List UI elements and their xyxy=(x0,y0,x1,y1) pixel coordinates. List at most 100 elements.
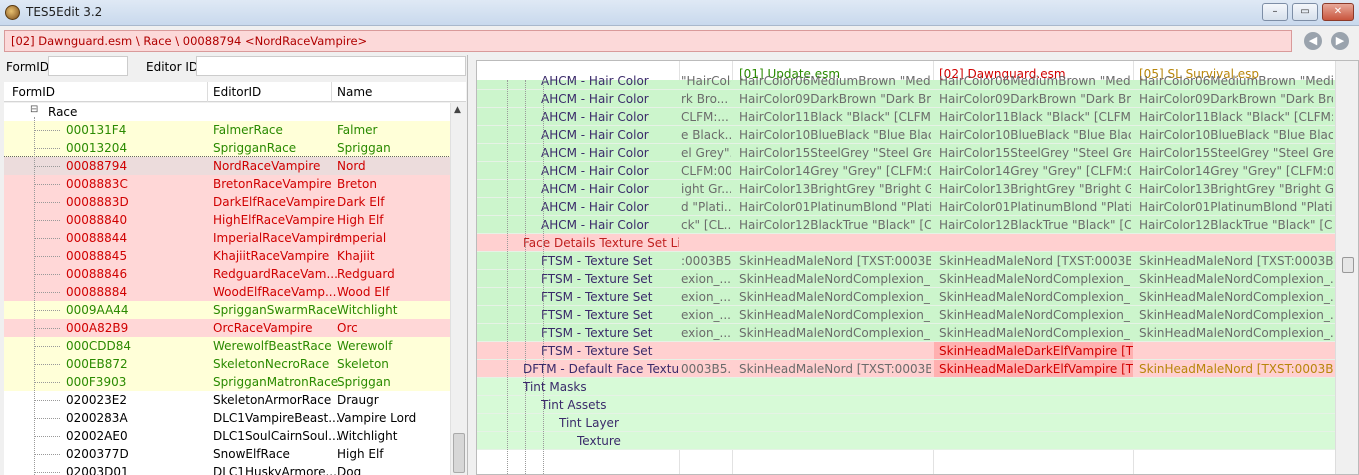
close-button[interactable]: ✕ xyxy=(1322,3,1354,21)
cell-editorid: DLC1VampireBeast... xyxy=(213,411,340,425)
record-row[interactable]: AHCM - Hair Color ight Gr... HairColor13Br… xyxy=(477,180,1335,198)
list-item[interactable]: 02003D01 DLC1HuskyArmore... Dog xyxy=(4,463,450,475)
record-row[interactable]: Tint Layer xyxy=(477,414,1335,432)
formid-filter-input[interactable] xyxy=(48,56,128,76)
record-row[interactable]: AHCM - Hair Color d "Plati... HairColor01P… xyxy=(477,198,1335,216)
field-name: FTSM - Texture Set xyxy=(541,254,653,268)
cell-name: Falmer xyxy=(337,123,378,137)
column-name[interactable]: Name xyxy=(337,85,372,99)
list-item[interactable]: 0009AA44 SprigganSwarmRace Witchlight xyxy=(4,301,450,319)
editorid-filter-input[interactable] xyxy=(196,56,466,76)
record-row[interactable]: FTSM - Texture Set:0003B5... SkinHeadMale… xyxy=(477,252,1335,270)
field-name: FTSM - Texture Set xyxy=(541,290,653,304)
cell-editorid: WerewolfBeastRace xyxy=(213,339,332,353)
record-row[interactable]: Tint Masks xyxy=(477,378,1335,396)
record-row[interactable]: AHCM - Hair Color ck" [CL... HairColor12Bl… xyxy=(477,216,1335,234)
cell-formid: 0008883D xyxy=(66,195,129,209)
field-name: DFTM - Default Face Textu... xyxy=(523,362,679,376)
record-row[interactable]: FTSM - Texture Set exion_... SkinHeadMaleN… xyxy=(477,324,1335,342)
cell-formid: 00088844 xyxy=(66,231,128,245)
list-item[interactable]: 000F3903 SprigganMatronRace Spriggan xyxy=(4,373,450,391)
cell-editorid: NordRaceVampire xyxy=(213,159,321,173)
list-item[interactable]: 00088846 RedguardRaceVam... Redguard xyxy=(4,265,450,283)
list-item[interactable]: 020023E2 SkeletonArmorRace Draugr xyxy=(4,391,450,409)
list-item[interactable]: 000CDD84 WerewolfBeastRace Werewolf xyxy=(4,337,450,355)
cell-formid: 0009AA44 xyxy=(66,303,129,317)
list-item[interactable]: 000A82B9 OrcRaceVampire Orc xyxy=(4,319,450,337)
column-formid[interactable]: FormID xyxy=(12,85,55,99)
field-value: exion_... xyxy=(681,290,731,304)
list-item[interactable]: 02002AE0 DLC1SoulCairnSoul... Witchlight xyxy=(4,427,450,445)
field-value: HairColor15SteelGrey "Steel Grey"... xyxy=(739,146,931,160)
field-value: exion_... xyxy=(681,326,731,340)
list-item[interactable]: 000131F4 FalmerRace Falmer xyxy=(4,121,450,139)
field-name: AHCM - Hair Color xyxy=(541,218,649,232)
list-item[interactable]: 00088845 KhajiitRaceVampire Khajiit xyxy=(4,247,450,265)
record-row[interactable]: AHCM - Hair Color rk Bro... HairColor09Dar… xyxy=(477,90,1335,108)
collapse-icon[interactable]: ⊟ xyxy=(30,104,38,115)
scroll-thumb[interactable] xyxy=(1342,257,1354,273)
field-value: HairColor06MediumBrown "Medi... xyxy=(939,74,1131,88)
maximize-button[interactable]: ▭ xyxy=(1292,3,1318,21)
cell-name: Werewolf xyxy=(337,339,393,353)
cell-formid: 00088840 xyxy=(66,213,128,227)
record-list-scrollbar[interactable]: ▲ xyxy=(450,103,466,475)
field-value: HairColor11Black "Black" [CLFM:... xyxy=(1139,110,1333,124)
field-value: SkinHeadMaleNordComplexion_... xyxy=(1139,308,1333,322)
list-item[interactable]: 00088840 HighElfRaceVampire High Elf xyxy=(4,211,450,229)
forward-arrow-icon[interactable]: ▶ xyxy=(1331,32,1349,50)
title-bar: TES5Edit 3.2 – ▭ ✕ xyxy=(0,0,1359,26)
list-item[interactable]: 000EB872 SkeletonNecroRace Skeleton xyxy=(4,355,450,373)
record-row[interactable]: Tint Assets xyxy=(477,396,1335,414)
field-value: "HairColor06MediumBrown "Medi... xyxy=(681,74,731,88)
field-value: ight Gr... xyxy=(681,182,731,196)
record-row[interactable]: AHCM - Hair Color CLFM:... HairColor11Blac… xyxy=(477,108,1335,126)
back-arrow-icon[interactable]: ◀ xyxy=(1304,32,1322,50)
window-title: TES5Edit 3.2 xyxy=(26,5,103,19)
cell-name: Redguard xyxy=(337,267,395,281)
record-view-scrollbar[interactable] xyxy=(1335,61,1358,474)
list-item[interactable]: 00088794 NordRaceVampire Nord xyxy=(4,156,450,176)
record-row[interactable]: Texture xyxy=(477,432,1335,450)
scroll-thumb[interactable] xyxy=(453,433,465,473)
race-group-row[interactable]: ⊟ Race xyxy=(4,103,450,121)
cell-editorid: RedguardRaceVam... xyxy=(213,267,338,281)
field-value: el Grey"... xyxy=(681,146,731,160)
record-row[interactable]: FTSM - Texture Set exion_... SkinHeadMaleN… xyxy=(477,306,1335,324)
cell-formid: 02003D01 xyxy=(66,465,129,475)
cell-formid: 000131F4 xyxy=(66,123,127,137)
list-item[interactable]: 00088884 WoodElfRaceVamp... Wood Elf xyxy=(4,283,450,301)
record-row[interactable]: AHCM - Hair Color "HairColor06MediumBrown… xyxy=(477,74,1335,90)
field-value: HairColor01PlatinumBlond "Plati... xyxy=(939,200,1131,214)
cell-editorid: SkeletonArmorRace xyxy=(213,393,332,407)
cell-name: Vampire Lord xyxy=(337,411,417,425)
cell-editorid: BretonRaceVampire xyxy=(213,177,332,191)
record-list-header: FormID EditorID Name xyxy=(4,82,466,102)
list-item[interactable]: 0200377D SnowElfRace High Elf xyxy=(4,445,450,463)
list-item[interactable]: 0200283A DLC1VampireBeast... Vampire Lord xyxy=(4,409,450,427)
column-editorid[interactable]: EditorID xyxy=(213,85,261,99)
record-row[interactable]: AHCM - Hair Color e Black... HairColor10Bl… xyxy=(477,126,1335,144)
list-item[interactable]: 0008883C BretonRaceVampire Breton xyxy=(4,175,450,193)
cell-editorid: HighElfRaceVampire xyxy=(213,213,335,227)
field-name: AHCM - Hair Color xyxy=(541,74,649,88)
record-row[interactable]: Face Details Texture Set Lis... xyxy=(477,234,1335,252)
record-row[interactable]: FTSM - Texture Set SkinHeadMaleDarkElfVam… xyxy=(477,342,1335,360)
record-row[interactable]: FTSM - Texture Set exion_... SkinHeadMaleN… xyxy=(477,288,1335,306)
minimize-button[interactable]: – xyxy=(1262,3,1288,21)
cell-formid: 00088794 xyxy=(66,159,128,173)
field-name: Tint Layer xyxy=(559,416,619,430)
record-row[interactable]: AHCM - Hair Color CLFM:00... HairColor14Gr… xyxy=(477,162,1335,180)
record-view-pane: [01] Update.esm [02] Dawnguard.esm [05] … xyxy=(476,60,1359,475)
field-name: Face Details Texture Set Lis... xyxy=(523,236,679,250)
cell-editorid: ImperialRaceVampire xyxy=(213,231,341,245)
field-value: HairColor13BrightGrey "Bright Gr... xyxy=(739,182,931,196)
field-value: CLFM:00... xyxy=(681,164,731,178)
list-item[interactable]: 00013204 SprigganRace Spriggan xyxy=(4,139,450,157)
field-value: HairColor14Grey "Grey" [CLFM:00... xyxy=(739,164,931,178)
record-row[interactable]: AHCM - Hair Color el Grey"... HairColor15S… xyxy=(477,144,1335,162)
record-row[interactable]: DFTM - Default Face Textu...0003B5... Ski… xyxy=(477,360,1335,378)
list-item[interactable]: 0008883D DarkElfRaceVampire Dark Elf xyxy=(4,193,450,211)
record-row[interactable]: FTSM - Texture Set exion_... SkinHeadMaleN… xyxy=(477,270,1335,288)
list-item[interactable]: 00088844 ImperialRaceVampire Imperial xyxy=(4,229,450,247)
